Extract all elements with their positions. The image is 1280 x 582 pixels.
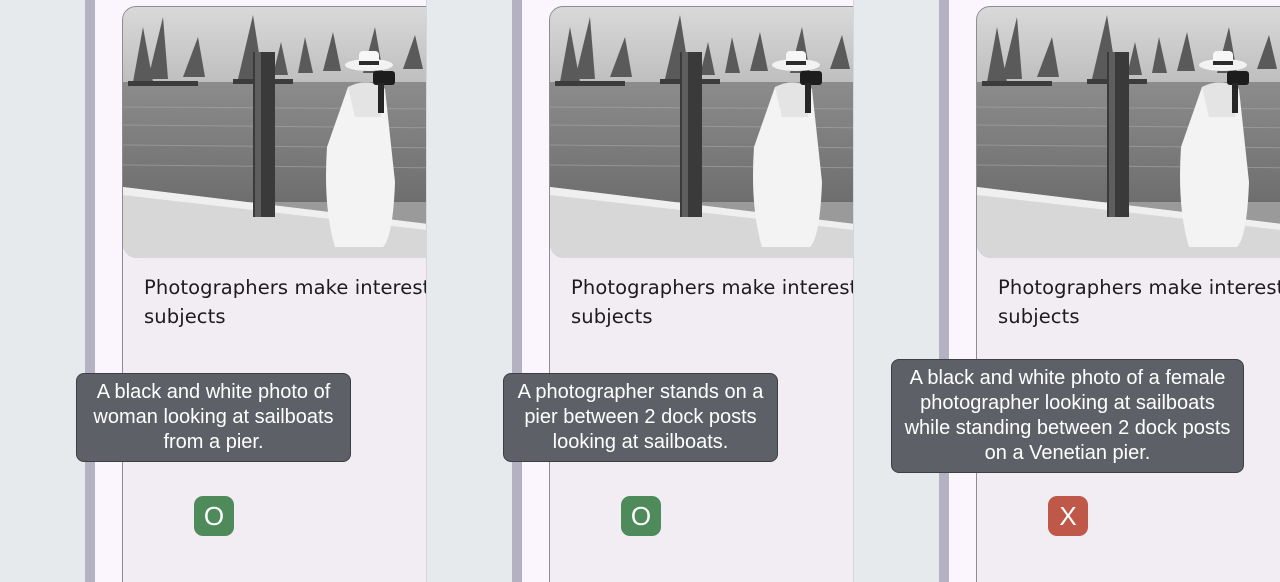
- phone-frame-edge: [939, 0, 949, 582]
- card-title-line-2: subjects: [571, 305, 653, 328]
- caption-text: A black and white photo of woman looking…: [93, 381, 334, 453]
- card-photo: [977, 7, 1280, 258]
- caption-tooltip: A black and white photo of a female phot…: [891, 359, 1244, 473]
- card-title-line-1: Photographers make interesting: [144, 276, 426, 299]
- photo-card[interactable]: Photographers make interesting subjects: [976, 6, 1280, 582]
- caption-text: A photographer stands on a pier between …: [517, 381, 764, 453]
- phone-frame-edge: [85, 0, 95, 582]
- card-photo: [550, 7, 853, 258]
- caption-text: A black and white photo of a female phot…: [904, 367, 1231, 464]
- comparison-panel-2: Photographers make interesting subjects …: [427, 0, 854, 582]
- comparison-stage: Photographers make interesting subjects …: [0, 0, 1280, 582]
- verdict-badge-incorrect: X: [1048, 496, 1088, 536]
- card-title: Photographers make interesting subjects: [998, 273, 1280, 331]
- comparison-panel-3: Photographers make interesting subjects …: [854, 0, 1280, 582]
- caption-tooltip: A black and white photo of woman looking…: [76, 373, 351, 462]
- photo-card[interactable]: Photographers make interesting subjects: [122, 6, 426, 582]
- phone-frame-edge: [512, 0, 522, 582]
- caption-tooltip: A photographer stands on a pier between …: [503, 373, 778, 462]
- verdict-badge-correct: O: [621, 496, 661, 536]
- card-title-line-1: Photographers make interesting: [998, 276, 1280, 299]
- card-title: Photographers make interesting subjects: [571, 273, 853, 331]
- comparison-panel-1: Photographers make interesting subjects …: [0, 0, 427, 582]
- photo-card[interactable]: Photographers make interesting subjects: [549, 6, 853, 582]
- card-title-line-2: subjects: [998, 305, 1080, 328]
- card-title: Photographers make interesting subjects: [144, 273, 426, 331]
- card-title-line-2: subjects: [144, 305, 226, 328]
- card-photo: [123, 7, 426, 258]
- verdict-badge-correct: O: [194, 496, 234, 536]
- card-title-line-1: Photographers make interesting: [571, 276, 853, 299]
